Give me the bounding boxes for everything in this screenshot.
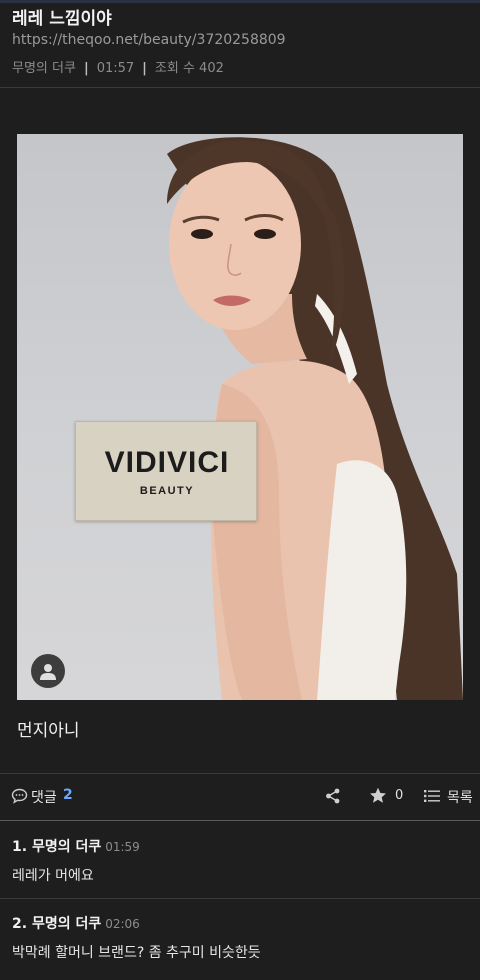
share-icon[interactable] <box>325 788 341 808</box>
comment-author[interactable]: 무명의 더쿠 <box>32 839 101 855</box>
comment-icon[interactable] <box>11 788 28 808</box>
post-time: 01:57 <box>96 61 135 76</box>
post-views: 조회 수 402 <box>154 61 224 76</box>
comment-label[interactable]: 댓글 <box>31 787 57 807</box>
post-image: VIDIVICI BEAUTY <box>17 134 463 700</box>
list-icon[interactable] <box>424 788 440 807</box>
comment-number: 2. <box>12 916 28 932</box>
person-icon[interactable] <box>31 654 65 688</box>
action-bar: 댓글 2 0 목록 <box>0 774 480 820</box>
post-url[interactable]: https://theqoo.net/beauty/3720258809 <box>12 32 286 48</box>
star-count: 0 <box>395 788 404 803</box>
post-body: 먼지아니 <box>17 721 80 741</box>
comment-text: 박막례 할머니 브랜드? 좀 추구미 비슷한듯 <box>12 945 261 961</box>
comment-author[interactable]: 무명의 더쿠 <box>32 916 101 932</box>
list-button[interactable]: 목록 <box>447 787 473 807</box>
post-title: 레레 느낌이야 <box>12 9 112 29</box>
comment-count[interactable]: 2 <box>63 787 73 803</box>
meta-separator: | <box>83 61 89 76</box>
post-header: 레레 느낌이야 https://theqoo.net/beauty/372025… <box>0 0 480 88</box>
person-icon-glyph <box>40 664 56 680</box>
comment-number: 1. <box>12 839 28 855</box>
comment-header: 2. 무명의 더쿠 02:06 <box>12 913 140 933</box>
comment-item: 1. 무명의 더쿠 01:59 레레가 머에요 <box>0 822 480 898</box>
star-icon[interactable] <box>369 787 387 808</box>
post-author: 무명의 더쿠 <box>12 61 76 76</box>
brand-sub-text: BEAUTY <box>139 485 195 497</box>
divider <box>0 820 480 821</box>
portrait-illustration <box>167 137 463 700</box>
brand-logo-card: VIDIVICI BEAUTY <box>75 421 257 521</box>
meta-separator: | <box>142 61 147 76</box>
comment-header: 1. 무명의 더쿠 01:59 <box>12 836 140 856</box>
comment-time: 01:59 <box>105 840 140 854</box>
comment-text: 레레가 머에요 <box>12 868 94 884</box>
post-meta: 무명의 더쿠 | 01:57 | 조회 수 402 <box>12 57 224 76</box>
comment-time: 02:06 <box>105 917 140 931</box>
brand-logo-text: VIDIVICI <box>104 446 230 479</box>
comment-item: 2. 무명의 더쿠 02:06 박막례 할머니 브랜드? 좀 추구미 비슷한듯 <box>0 899 480 980</box>
